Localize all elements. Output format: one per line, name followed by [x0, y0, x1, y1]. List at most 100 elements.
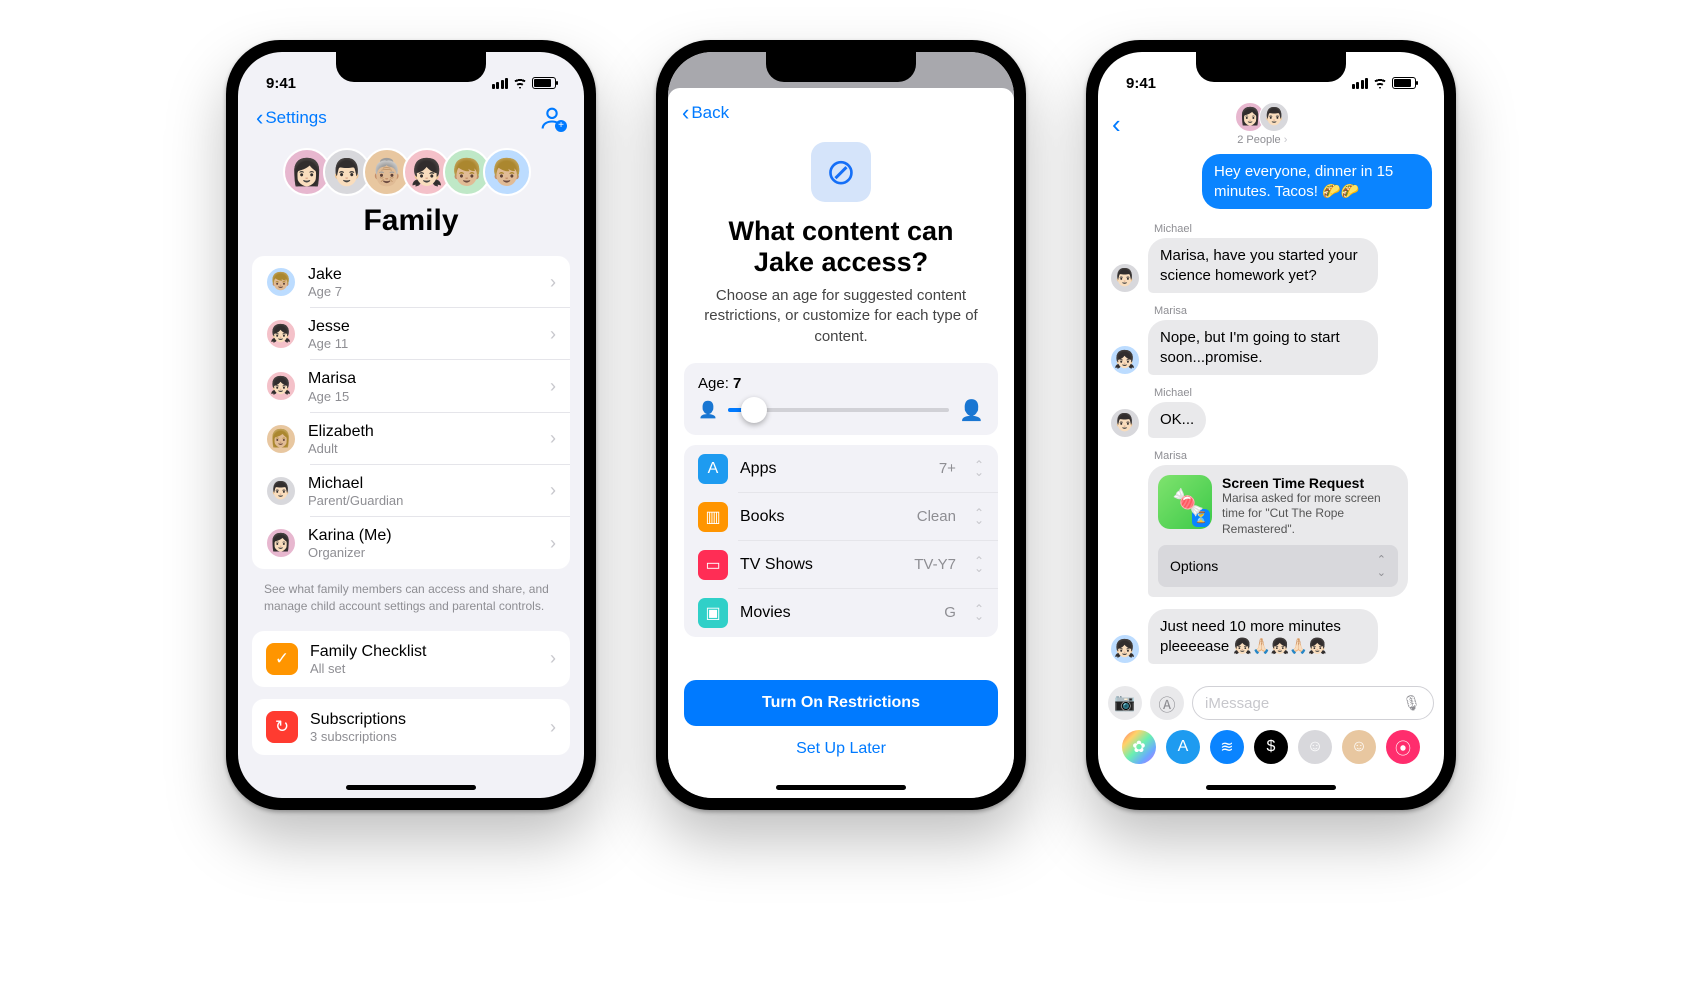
phone-messages: 9:41 ‹ 👩🏻 👨🏻 2 People › Hey everyone, di… [1086, 40, 1456, 810]
message-placeholder: iMessage [1205, 695, 1269, 712]
chevron-left-icon: ‹ [682, 102, 689, 124]
family-member-row[interactable]: 👦🏼JakeAge 7› [252, 256, 570, 308]
category-row[interactable]: ▣MoviesG⌃⌄ [684, 589, 998, 637]
subscriptions-row[interactable]: ↻ Subscriptions 3 subscriptions › [252, 699, 570, 755]
memoji-icon[interactable]: ☺ [1298, 730, 1332, 764]
app-drawer-button[interactable]: Ⓐ [1150, 686, 1184, 720]
category-value: G [944, 604, 956, 621]
family-hint-text: See what family members can access and s… [238, 581, 584, 631]
member-role: Age 7 [308, 284, 538, 299]
no-sign-icon: ⊘ [811, 142, 871, 202]
camera-icon: 📷 [1114, 693, 1135, 713]
category-row[interactable]: ▭TV ShowsTV-Y7⌃⌄ [684, 541, 998, 589]
message-input[interactable]: iMessage 🎙 [1192, 686, 1434, 720]
member-avatar: 👨🏻 [266, 476, 296, 506]
category-label: TV Shows [740, 556, 813, 574]
plus-badge-icon: + [555, 120, 567, 132]
age-slider[interactable] [728, 408, 949, 412]
category-label: Books [740, 508, 784, 526]
family-member-row[interactable]: 👧🏻MarisaAge 15› [252, 360, 570, 412]
sheet-subtitle: Choose an age for suggested content rest… [668, 278, 1014, 363]
content-categories: AApps7+⌃⌄▥BooksClean⌃⌄▭TV ShowsTV-Y7⌃⌄▣M… [684, 445, 998, 637]
family-checklist-row[interactable]: ✓ Family Checklist All set › [252, 631, 570, 687]
member-avatar: 👩🏼 [266, 424, 296, 454]
conversation-header[interactable]: 👩🏻 👨🏻 2 People › [1129, 102, 1396, 146]
subscriptions-sub: 3 subscriptions [310, 729, 538, 744]
header-avatar-2: 👨🏻 [1259, 102, 1289, 132]
family-avatar: 👦🏼 [483, 148, 531, 196]
add-family-member-button[interactable]: + [538, 104, 566, 132]
family-avatar-stack: 👩🏻👨🏻👵🏼👧🏻👦🏼👦🏼 [238, 148, 584, 196]
camera-button[interactable]: 📷 [1108, 686, 1142, 720]
request-body: Marisa asked for more screen time for "C… [1222, 491, 1398, 538]
cellular-icon [492, 78, 509, 89]
slider-thumb[interactable] [741, 397, 767, 423]
wifi-icon [1372, 77, 1388, 89]
chevron-up-down-icon: ⌃⌄ [1377, 553, 1386, 579]
search-icon[interactable]: ⦿ [1386, 730, 1420, 764]
message-row: 👨🏻 OK... [1110, 402, 1432, 438]
incoming-message: Just need 10 more minutes pleeeease 👧🏻🙏🏻… [1148, 609, 1378, 664]
category-value: 7+ [939, 460, 956, 477]
sender-avatar: 👨🏻 [1110, 408, 1140, 438]
checklist-title: Family Checklist [310, 642, 538, 661]
hourglass-icon: ⏳ [1192, 509, 1210, 527]
phone-content-restrictions: 9:41 ‹ Back ⊘ What content can Jake acce… [656, 40, 1026, 810]
age-slider-card: Age: 7 👤 👤 [684, 363, 998, 435]
back-button[interactable]: ‹ [1112, 109, 1121, 140]
chevron-right-icon: › [550, 648, 556, 669]
member-avatar: 👧🏻 [266, 319, 296, 349]
wifi-icon [512, 77, 528, 89]
family-member-row[interactable]: 👩🏼ElizabethAdult› [252, 413, 570, 465]
appstore-icon[interactable]: A [1166, 730, 1200, 764]
cash-icon[interactable]: $ [1254, 730, 1288, 764]
member-avatar: 👧🏻 [266, 371, 296, 401]
member-role: Organizer [308, 545, 538, 560]
battery-icon [1392, 77, 1416, 89]
restrictions-sheet: ‹ Back ⊘ What content can Jake access? C… [668, 88, 1014, 798]
category-label: Movies [740, 604, 791, 622]
home-indicator[interactable] [1206, 785, 1336, 790]
incoming-message: OK... [1148, 402, 1206, 438]
dictation-icon[interactable]: 🎙 [1402, 694, 1421, 712]
chevron-up-down-icon: ⌃⌄ [974, 462, 984, 476]
options-button[interactable]: Options ⌃⌄ [1158, 545, 1398, 587]
category-icon: ▥ [698, 502, 728, 532]
home-indicator[interactable] [776, 785, 906, 790]
member-avatar: 👩🏻 [266, 528, 296, 558]
sender-label: Marisa [1154, 305, 1432, 317]
sheet-title: What content can Jake access? [668, 216, 1014, 278]
audio-icon[interactable]: ≋ [1210, 730, 1244, 764]
adult-icon: 👤 [959, 398, 984, 423]
photos-icon[interactable]: ✿ [1122, 730, 1156, 764]
back-button[interactable]: ‹ Back [682, 102, 1000, 124]
member-name: Elizabeth [308, 422, 538, 441]
message-thread[interactable]: Hey everyone, dinner in 15 minutes. Taco… [1098, 150, 1444, 680]
member-name: Jesse [308, 317, 538, 336]
turn-on-restrictions-button[interactable]: Turn On Restrictions [684, 680, 998, 726]
chevron-right-icon: › [550, 324, 556, 345]
category-row[interactable]: AApps7+⌃⌄ [684, 445, 998, 493]
incoming-message: Marisa, have you started your science ho… [1148, 238, 1378, 293]
category-value: Clean [917, 508, 956, 525]
category-row[interactable]: ▥BooksClean⌃⌄ [684, 493, 998, 541]
chevron-right-icon: › [550, 376, 556, 397]
screen-time-request-card: ⏳ Screen Time Request Marisa asked for m… [1148, 465, 1408, 598]
family-member-row[interactable]: 👨🏻MichaelParent/Guardian› [252, 465, 570, 517]
message-row: 👨🏻 Marisa, have you started your science … [1110, 238, 1432, 293]
sender-avatar: 👨🏻 [1110, 263, 1140, 293]
category-value: TV-Y7 [914, 556, 956, 573]
notch [1196, 52, 1346, 82]
family-member-row[interactable]: 👩🏻Karina (Me)Organizer› [252, 517, 570, 569]
memoji2-icon[interactable]: ☺ [1342, 730, 1376, 764]
family-member-row[interactable]: 👧🏻JesseAge 11› [252, 308, 570, 360]
member-name: Jake [308, 265, 538, 284]
category-icon: ▣ [698, 598, 728, 628]
home-indicator[interactable] [346, 785, 476, 790]
chevron-right-icon: › [550, 480, 556, 501]
chevron-left-icon: ‹ [256, 107, 263, 129]
chevron-right-icon: › [550, 428, 556, 449]
sender-avatar: 👧🏻 [1110, 345, 1140, 375]
appstore-icon: Ⓐ [1159, 691, 1176, 716]
back-to-settings[interactable]: ‹ Settings [256, 107, 327, 129]
